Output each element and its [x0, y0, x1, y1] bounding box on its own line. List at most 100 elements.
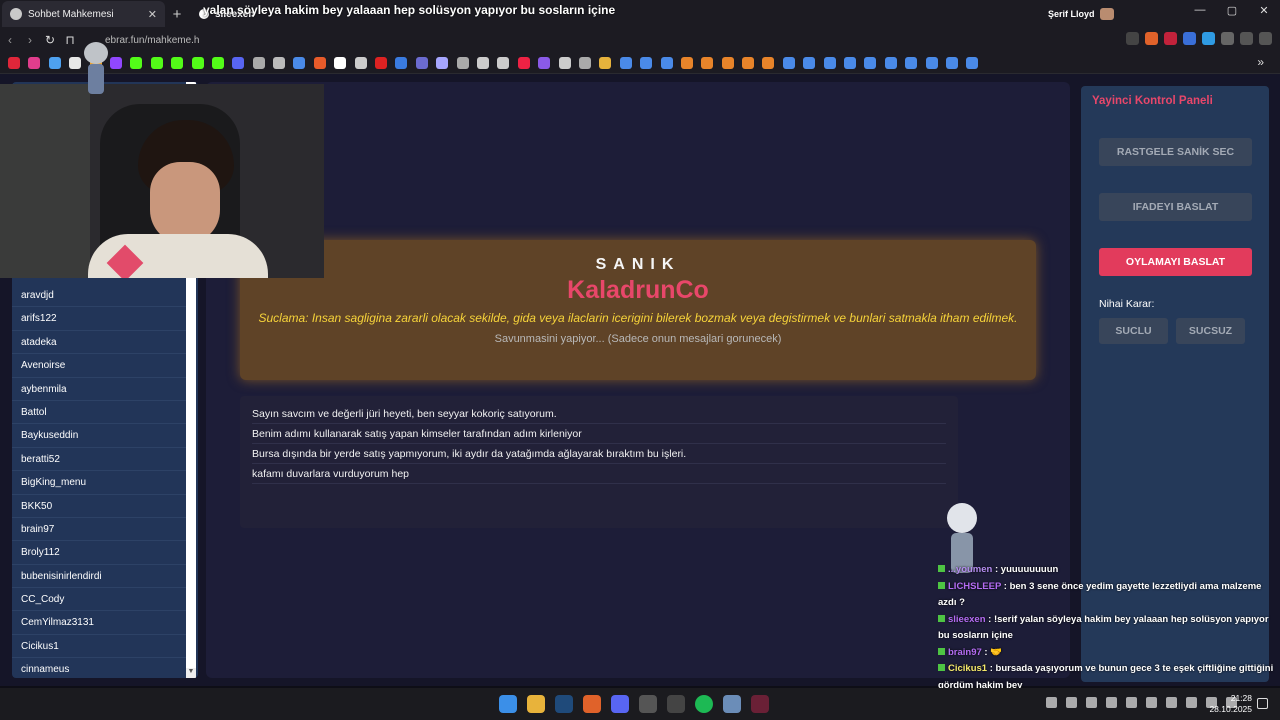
app-icon[interactable] [639, 695, 657, 713]
share-icon[interactable] [1126, 32, 1139, 45]
bookmark-favicon-icon[interactable] [803, 56, 816, 69]
bookmark-favicon-icon[interactable] [28, 56, 41, 69]
bookmark-favicon-icon[interactable] [884, 56, 897, 69]
bookmark-favicon-icon[interactable] [660, 56, 673, 69]
start-statement-button[interactable]: IFADEYI BASLAT [1099, 193, 1252, 221]
bookmark-favicon-icon[interactable] [680, 56, 693, 69]
bookmark-favicon-icon[interactable] [252, 56, 265, 69]
bookmark-favicon-icon[interactable] [354, 56, 367, 69]
scroll-down-icon[interactable]: ▼ [186, 668, 196, 678]
battery-icon[interactable] [1066, 697, 1077, 708]
user-list-item[interactable]: beratti52 [12, 448, 186, 472]
user-list-item[interactable]: CC_Cody [12, 588, 186, 612]
brave-icon[interactable] [583, 695, 601, 713]
ublock-icon[interactable] [1164, 32, 1177, 45]
chevron-up-icon[interactable] [1046, 697, 1057, 708]
close-window-icon[interactable]: ✕ [1248, 4, 1280, 17]
bookmark-favicon-icon[interactable] [538, 56, 551, 69]
reload-icon[interactable]: ↻ [40, 33, 60, 47]
user-list-item[interactable]: Battol [12, 401, 186, 425]
chat-username[interactable]: LICHSLEEP [948, 581, 1001, 592]
innocent-button[interactable]: SUCSUZ [1176, 318, 1245, 344]
steam-tray-icon[interactable] [1126, 697, 1137, 708]
bookmark-favicon-icon[interactable] [578, 56, 591, 69]
bookmark-favicon-icon[interactable] [925, 56, 938, 69]
chat-username[interactable]: slieexen [948, 614, 986, 625]
bookmark-favicon-icon[interactable] [599, 56, 612, 69]
forward-icon[interactable]: › [20, 33, 40, 47]
profile-badge[interactable]: Şerif Lloyd [1048, 8, 1114, 20]
user-list-item[interactable]: BKK50 [12, 495, 186, 518]
bookmark-favicon-icon[interactable] [48, 56, 61, 69]
user-list-item[interactable]: CemYilmaz3131 [12, 611, 186, 635]
start-vote-button[interactable]: OYLAMAYI BASLAT [1099, 248, 1252, 276]
bookmark-favicon-icon[interactable] [640, 56, 653, 69]
extension-icon[interactable] [1183, 32, 1196, 45]
extension-icon[interactable] [1202, 32, 1215, 45]
bookmark-favicon-icon[interactable] [293, 56, 306, 69]
file-explorer-icon[interactable] [527, 695, 545, 713]
user-list-item[interactable]: BigKing_menu [12, 471, 186, 495]
bookmark-favicon-icon[interactable] [375, 56, 388, 69]
bookmark-favicon-icon[interactable] [558, 56, 571, 69]
bookmark-favicon-icon[interactable] [782, 56, 795, 69]
user-list-item[interactable]: cinnameus [12, 658, 186, 678]
user-list-item[interactable]: atadeka [12, 331, 186, 355]
chat-username[interactable]: Cicikus1 [948, 663, 987, 674]
bookmark-favicon-icon[interactable] [844, 56, 857, 69]
user-list-item[interactable]: arifs122 [12, 307, 186, 331]
bookmark-favicon-icon[interactable] [619, 56, 632, 69]
bookmark-favicon-icon[interactable] [130, 56, 143, 69]
user-list-item[interactable]: Broly112 [12, 541, 186, 565]
bookmark-favicon-icon[interactable] [476, 56, 489, 69]
bookmark-favicon-icon[interactable] [150, 56, 163, 69]
bookmark-favicon-icon[interactable] [742, 56, 755, 69]
maximize-icon[interactable]: ▢ [1216, 4, 1248, 17]
browser-tab[interactable]: Sohbet Mahkemesi ✕ [2, 1, 165, 27]
bookmarks-overflow-icon[interactable]: » [1257, 55, 1264, 69]
bookmark-favicon-icon[interactable] [436, 56, 449, 69]
close-tab-icon[interactable]: ✕ [148, 8, 157, 21]
volume-icon[interactable] [1106, 697, 1117, 708]
bookmark-favicon-icon[interactable] [945, 56, 958, 69]
microphone-icon[interactable] [1166, 697, 1177, 708]
network-icon[interactable] [1146, 697, 1157, 708]
random-defendant-button[interactable]: RASTGELE SANİK SEC [1099, 138, 1252, 166]
bookmark-favicon-icon[interactable] [762, 56, 775, 69]
bookmark-favicon-icon[interactable] [109, 56, 122, 69]
playlist-icon[interactable] [1240, 32, 1253, 45]
user-list-item[interactable]: bubenisinirlendirdi [12, 565, 186, 589]
guilty-button[interactable]: SUCLU [1099, 318, 1168, 344]
bookmark-favicon-icon[interactable] [211, 56, 224, 69]
bookmark-favicon-icon[interactable] [517, 56, 530, 69]
bookmark-favicon-icon[interactable] [905, 56, 918, 69]
user-list-item[interactable]: Baykuseddin [12, 424, 186, 448]
address-bar[interactable]: ebrar.fun/mahkeme.h [105, 30, 1100, 50]
bookmark-favicon-icon[interactable] [456, 56, 469, 69]
steam-icon[interactable] [555, 695, 573, 713]
chat-username[interactable]: ...youmen [948, 564, 992, 575]
notification-icon[interactable] [1257, 698, 1268, 709]
tray-app-icon[interactable] [1086, 697, 1097, 708]
bookmark-favicon-icon[interactable] [497, 56, 510, 69]
user-list-item[interactable]: Cicikus1 [12, 635, 186, 659]
new-tab-button[interactable]: + [165, 6, 189, 23]
bookmark-favicon-icon[interactable] [69, 56, 82, 69]
bookmark-favicon-icon[interactable] [171, 56, 184, 69]
user-list-item[interactable]: Avenoirse [12, 354, 186, 378]
user-list-item[interactable]: brain97 [12, 518, 186, 542]
menu-icon[interactable] [1259, 32, 1272, 45]
bookmark-favicon-icon[interactable] [864, 56, 877, 69]
chat-username[interactable]: brain97 [948, 647, 982, 658]
brave-shield-icon[interactable] [1145, 32, 1158, 45]
bookmark-favicon-icon[interactable] [8, 56, 20, 69]
bookmark-favicon-icon[interactable] [415, 56, 428, 69]
speaker-icon[interactable] [1186, 697, 1197, 708]
app-icon[interactable] [751, 695, 769, 713]
bookmark-favicon-icon[interactable] [823, 56, 836, 69]
bookmark-favicon-icon[interactable] [701, 56, 714, 69]
user-list-item[interactable]: aravdjd [12, 284, 186, 308]
bookmark-favicon-icon[interactable] [232, 56, 245, 69]
back-icon[interactable]: ‹ [0, 33, 20, 47]
steam-alt-icon[interactable] [723, 695, 741, 713]
